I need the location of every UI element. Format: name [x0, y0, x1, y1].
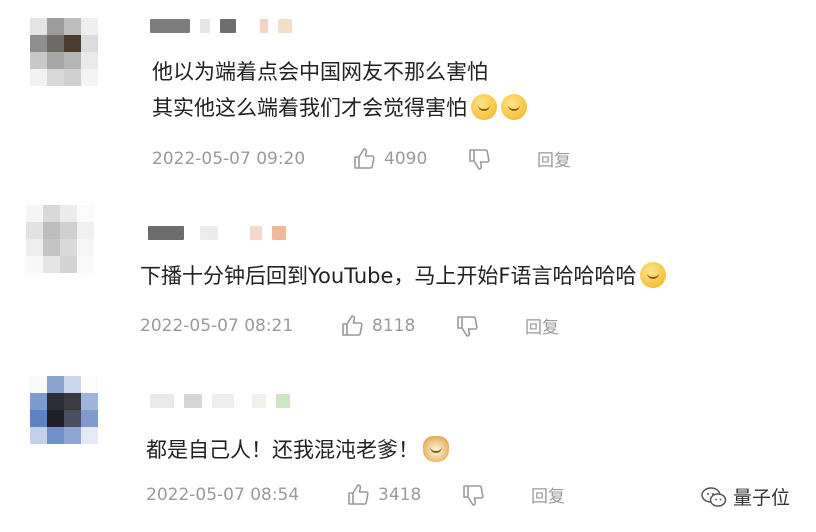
watermark-text: 量子位 — [732, 487, 790, 509]
dislike-button[interactable] — [467, 147, 537, 171]
thumbs-up-icon — [348, 483, 369, 505]
comment-line: 其实他这么端着我们才会觉得害怕 — [152, 96, 467, 120]
comment-meta: 2022-05-07 09:20 4090 回复 — [152, 146, 571, 171]
thumbs-down-icon — [457, 315, 478, 337]
comment-text: 他以为端着点会中国网友不那么害怕 其实他这么端着我们才会觉得害怕 — [152, 54, 527, 126]
reply-button[interactable]: 回复 — [525, 313, 559, 338]
thumbs-down-icon — [469, 148, 490, 170]
dislike-button[interactable] — [461, 483, 531, 507]
like-button[interactable]: 8118 — [340, 314, 455, 338]
wechat-icon — [701, 486, 727, 507]
like-button[interactable]: 3418 — [346, 483, 461, 507]
thumbs-up-icon — [342, 314, 363, 336]
timestamp: 2022-05-07 09:20 — [152, 148, 306, 169]
username-blurred[interactable] — [150, 393, 290, 409]
like-button[interactable]: 4090 — [352, 147, 467, 171]
like-count: 3418 — [378, 484, 422, 505]
comment-meta: 2022-05-07 08:54 3418 回复 — [146, 482, 565, 507]
avatar[interactable] — [26, 205, 94, 273]
thumbs-down-icon — [463, 484, 484, 506]
snicker-emoji-icon — [471, 94, 497, 120]
comment-text: 下播十分钟后回到YouTube，马上开始F语言哈哈哈哈 — [140, 258, 667, 294]
comment-text: 都是自己人！还我混沌老爹！ — [146, 432, 449, 468]
comment-line: 下播十分钟后回到YouTube，马上开始F语言哈哈哈哈 — [140, 264, 637, 288]
comment-line: 他以为端着点会中国网友不那么害怕 — [152, 60, 488, 84]
like-count: 8118 — [372, 315, 416, 336]
watermark: 量子位 — [701, 483, 790, 510]
thumbs-up-icon — [354, 147, 375, 169]
timestamp: 2022-05-07 08:21 — [140, 315, 294, 336]
doge-emoji-icon — [423, 436, 449, 462]
laugh-cry-emoji-icon — [640, 262, 667, 288]
comment-line: 都是自己人！还我混沌老爹！ — [146, 438, 419, 462]
avatar[interactable] — [30, 18, 98, 86]
like-count: 4090 — [384, 148, 428, 169]
comment-meta: 2022-05-07 08:21 8118 回复 — [140, 313, 559, 338]
reply-button[interactable]: 回复 — [531, 482, 565, 507]
snicker-emoji-icon — [501, 94, 527, 120]
username-blurred[interactable] — [148, 225, 286, 241]
avatar[interactable] — [30, 376, 98, 444]
username-blurred[interactable] — [150, 18, 292, 34]
reply-button[interactable]: 回复 — [537, 146, 571, 171]
timestamp: 2022-05-07 08:54 — [146, 484, 300, 505]
dislike-button[interactable] — [455, 314, 525, 338]
